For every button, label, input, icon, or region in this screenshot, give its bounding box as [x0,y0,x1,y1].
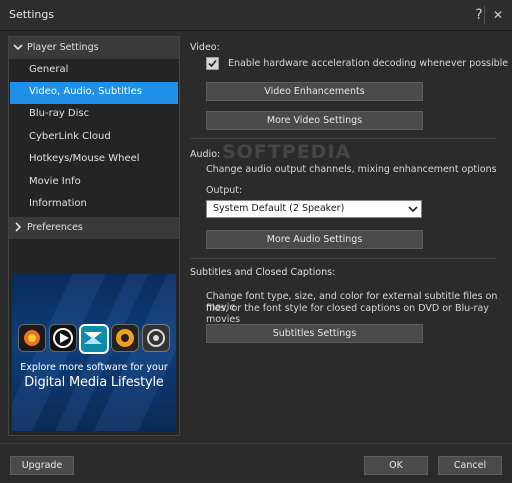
subtitles-description-line2: files, or the font style for closed capt… [206,303,489,325]
more-audio-settings-button[interactable]: More Audio Settings [206,230,423,249]
sidebar-item-label: Information [29,198,87,209]
promo-app-icons [18,324,174,354]
sidebar-item-label: Movie Info [29,176,81,187]
photodirector-icon [18,324,46,352]
sidebar-item-label: Video, Audio, Subtitles [29,86,142,97]
video-section-title: Video: [190,42,220,53]
sidebar-item-movie-info[interactable]: Movie Info [10,172,178,194]
help-button[interactable]: ? [470,6,488,24]
powerdvd-icon [49,324,77,352]
chevron-down-icon [13,44,23,51]
sidebar-item-label: Hotkeys/Mouse Wheel [29,153,140,164]
more-video-settings-button[interactable]: More Video Settings [206,111,423,130]
promo-banner[interactable]: Explore more software for your Digital M… [12,274,176,431]
sidebar-item-general[interactable]: General [10,60,178,82]
ok-button[interactable]: OK [364,456,428,475]
audio-description: Change audio output channels, mixing enh… [206,164,497,175]
chevron-down-icon [408,206,418,213]
upgrade-button[interactable]: Upgrade [10,456,74,475]
audio-output-select[interactable]: System Default (2 Speaker) [206,200,422,218]
cancel-button[interactable]: Cancel [438,456,502,475]
powerdirector-icon [111,324,139,352]
hw-accel-label: Enable hardware acceleration decoding wh… [228,58,509,69]
group-label: Preferences [27,222,83,233]
settings-sidebar: Player Settings General Video, Audio, Su… [8,36,180,436]
group-label: Player Settings [27,42,99,53]
close-button[interactable]: ✕ [489,6,507,24]
footer-divider [0,443,512,444]
audio-output-value: System Default (2 Speaker) [213,203,345,214]
output-label: Output: [206,185,243,196]
group-player-settings[interactable]: Player Settings [9,37,179,59]
mediaespresso-icon [79,324,109,354]
subtitles-settings-button[interactable]: Subtitles Settings [206,324,423,343]
checkmark-icon [208,59,217,68]
sidebar-item-blu-ray-disc[interactable]: Blu-ray Disc [10,104,178,126]
sidebar-item-video-audio-subtitles[interactable]: Video, Audio, Subtitles [10,82,178,104]
subtitles-section-title: Subtitles and Closed Captions: [190,267,336,278]
chevron-right-icon [15,222,22,232]
hw-accel-checkbox[interactable] [206,57,219,70]
sidebar-item-label: Blu-ray Disc [29,108,90,119]
sidebar-item-label: General [29,64,69,75]
title-divider [484,6,485,24]
sidebar-item-information[interactable]: Information [10,194,178,216]
promo-headline: Digital Media Lifestyle [24,375,164,390]
sidebar-item-label: CyberLink Cloud [29,131,111,142]
audio-section-title: Audio: [190,149,221,160]
sidebar-item-hotkeys[interactable]: Hotkeys/Mouse Wheel [10,149,178,171]
sidebar-item-cyberlink-cloud[interactable]: CyberLink Cloud [10,127,178,149]
section-divider [190,258,496,259]
softpedia-watermark: SOFTPEDIA [222,141,352,163]
window-title: Settings [9,8,55,21]
promo-tagline: Explore more software for your [20,362,168,373]
video-enhancements-button[interactable]: Video Enhancements [206,82,423,101]
title-bar: Settings ? ✕ [0,0,512,31]
youcam-icon [142,324,170,352]
group-preferences[interactable]: Preferences [9,217,179,239]
section-divider [190,138,496,139]
